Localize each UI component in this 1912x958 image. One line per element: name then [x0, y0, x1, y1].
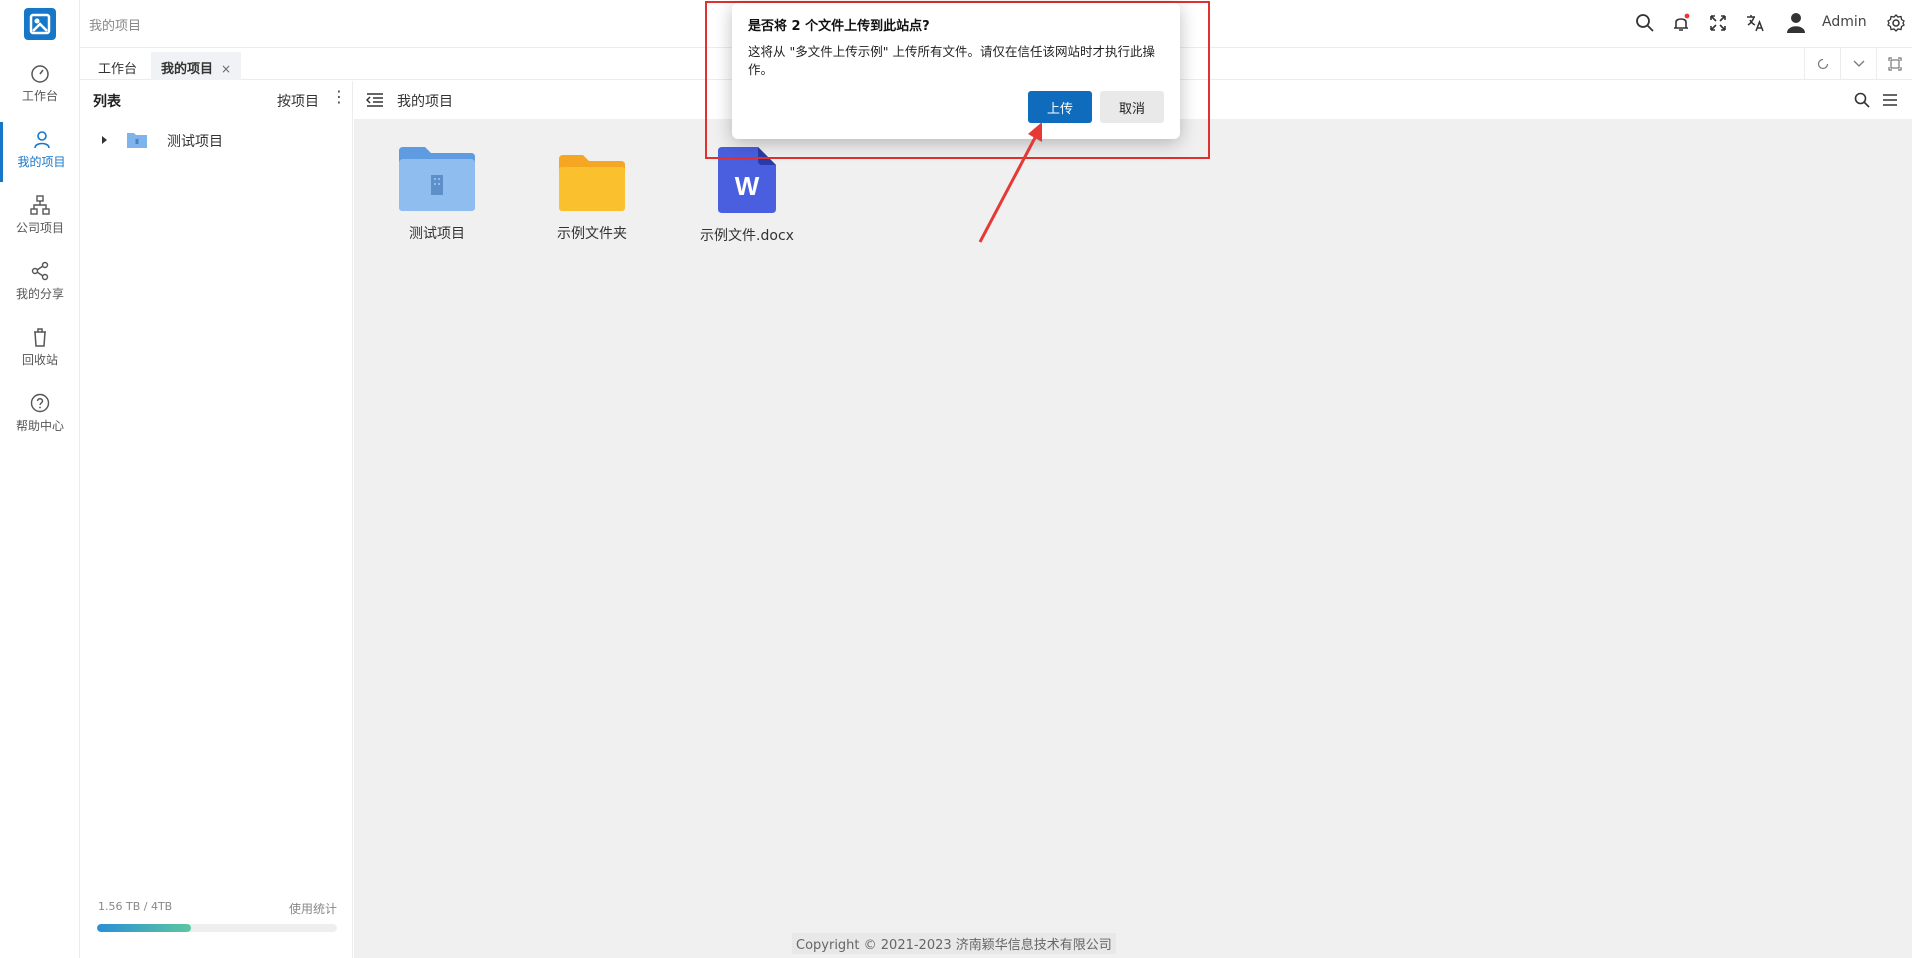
chevron-down-icon	[1853, 60, 1865, 67]
close-icon[interactable]: ×	[221, 62, 231, 76]
file-name: 测试项目	[409, 226, 465, 242]
main-content: 我的项目 测试项目 示例文件夹 W 示例文件.docx Copyright © …	[354, 81, 1912, 958]
sidebar-item-label: 工作台	[21, 89, 58, 103]
tab-menu-button[interactable]	[1840, 48, 1876, 80]
bell-icon[interactable]	[1671, 13, 1691, 33]
help-icon	[30, 393, 50, 413]
breadcrumb: 我的项目	[89, 19, 142, 34]
sidebar-item-label: 我的项目	[17, 155, 66, 169]
file-item-project[interactable]: 测试项目	[367, 147, 507, 243]
sidebar-item-help-center[interactable]: 帮助中心	[0, 386, 80, 446]
maximize-button[interactable]	[1876, 48, 1912, 80]
refresh-icon	[1817, 58, 1829, 70]
refresh-button[interactable]	[1804, 48, 1840, 80]
upload-confirm-dialog: 是否将 2 个文件上传到此站点? 这将从 "多文件上传示例" 上传所有文件。请仅…	[732, 3, 1180, 139]
user-icon	[33, 131, 50, 149]
file-item-docx[interactable]: W 示例文件.docx	[677, 147, 817, 245]
org-chart-icon	[30, 195, 50, 215]
search-icon[interactable]	[1635, 13, 1655, 33]
tab-my-projects[interactable]: 我的项目 ×	[151, 52, 242, 80]
translate-icon[interactable]	[1745, 13, 1765, 33]
search-icon[interactable]	[1854, 92, 1870, 108]
dialog-title: 是否将 2 个文件上传到此站点?	[748, 19, 930, 34]
file-item-folder[interactable]: 示例文件夹	[522, 147, 662, 243]
file-name: 示例文件夹	[557, 226, 627, 242]
dialog-message: 这将从 "多文件上传示例" 上传所有文件。请仅在信任该网站时才执行此操作。	[748, 44, 1155, 77]
cancel-button[interactable]: 取消	[1100, 91, 1164, 123]
user-name[interactable]: Admin	[1822, 14, 1867, 30]
file-name: 示例文件.docx	[700, 228, 794, 244]
project-folder-icon	[127, 133, 147, 148]
storage-progress-fill	[97, 924, 191, 932]
collapse-sidebar-icon[interactable]	[366, 92, 384, 108]
copyright-text: Copyright © 2021-2023 济南颖华信息技术有限公司	[792, 933, 1116, 954]
app-logo[interactable]	[24, 8, 56, 40]
tab-label: 工作台	[98, 62, 138, 77]
folder-icon	[559, 155, 625, 211]
page-title: 我的项目	[397, 94, 453, 110]
sidebar-item-label: 帮助中心	[15, 419, 64, 433]
sidebar-item-label: 公司项目	[15, 221, 64, 235]
trash-icon	[34, 328, 46, 347]
sidebar: 工作台 我的项目 公司项目 我的分享 回收站 帮助中心	[0, 0, 80, 958]
tab-label: 我的项目	[161, 62, 214, 77]
share-icon	[31, 261, 49, 281]
storage-usage-text: 1.56 TB / 4TB	[98, 900, 173, 913]
storage-progress-bar	[97, 924, 337, 932]
maximize-icon	[1888, 57, 1902, 71]
sidebar-item-company-projects[interactable]: 公司项目	[0, 188, 80, 248]
panel-title: 列表	[93, 94, 121, 110]
project-folder-icon	[399, 147, 475, 211]
sidebar-item-recycle-bin[interactable]: 回收站	[0, 320, 80, 380]
more-options-icon[interactable]: ⋮	[331, 87, 347, 106]
project-list-panel: 列表 按项目 ⋮ 测试项目 1.56 TB / 4TB 使用统计	[81, 81, 353, 958]
avatar[interactable]	[1785, 11, 1807, 33]
fullscreen-icon[interactable]	[1708, 13, 1728, 33]
dashboard-icon	[31, 65, 49, 83]
sidebar-item-label: 我的分享	[15, 287, 64, 301]
annotation-arrow	[978, 122, 1042, 243]
sidebar-item-my-shares[interactable]: 我的分享	[0, 254, 80, 314]
menu-icon[interactable]	[1882, 92, 1898, 108]
sort-by-project-button[interactable]: 按项目	[277, 91, 319, 111]
sidebar-item-label: 回收站	[21, 353, 58, 367]
caret-right-icon[interactable]	[101, 135, 109, 145]
tree-item-label: 测试项目	[167, 134, 223, 150]
tab-dashboard[interactable]: 工作台	[88, 52, 147, 80]
usage-statistics-link[interactable]: 使用统计	[289, 900, 337, 917]
sidebar-item-my-projects[interactable]: 我的项目	[0, 122, 80, 182]
sidebar-item-dashboard[interactable]: 工作台	[0, 56, 80, 116]
word-glyph: W	[735, 171, 760, 201]
settings-icon[interactable]	[1886, 13, 1906, 33]
